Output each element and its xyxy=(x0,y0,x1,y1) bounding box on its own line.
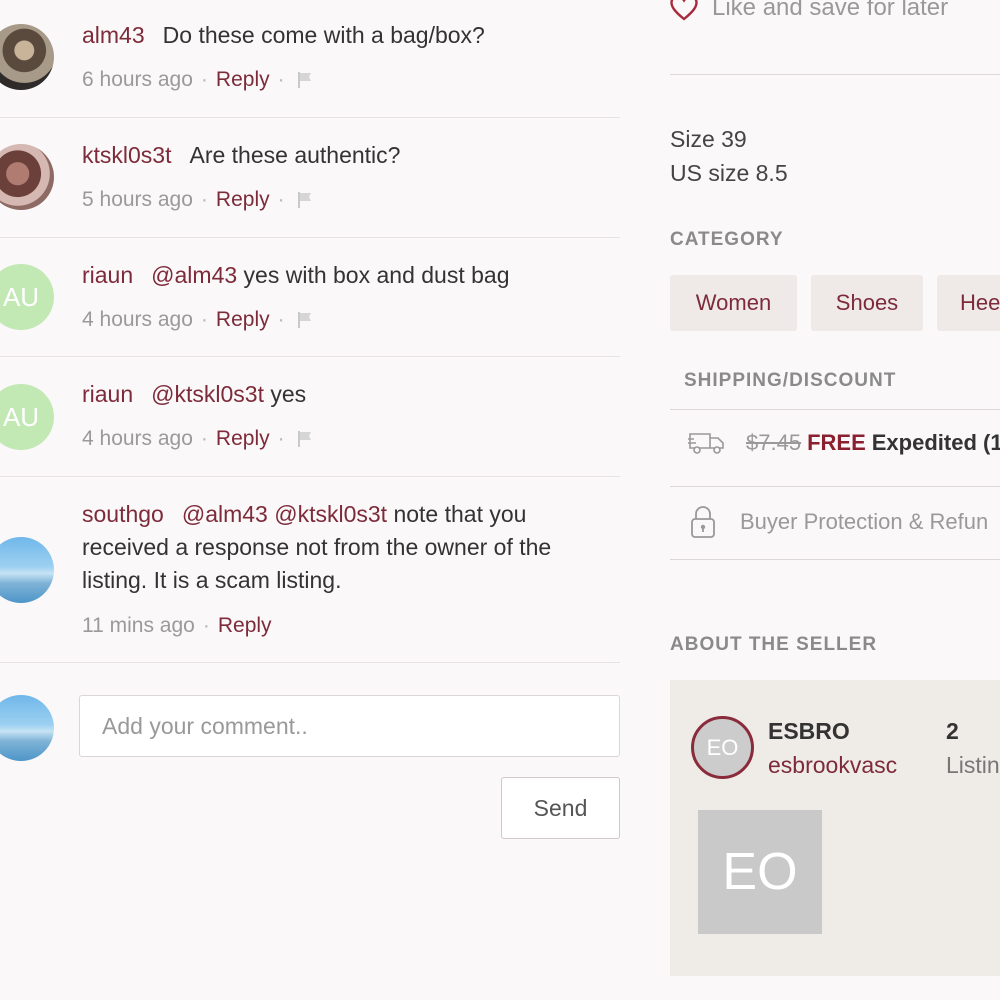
comment-mention[interactable]: @ktskl0s3t xyxy=(151,381,264,407)
avatar[interactable] xyxy=(0,537,54,603)
avatar[interactable] xyxy=(0,144,54,210)
flag-icon[interactable] xyxy=(297,71,315,89)
shipping-type: Expedited (1 xyxy=(871,430,1000,455)
buyer-protection-label: Buyer Protection & Refun xyxy=(740,509,989,534)
comment-item: southgo @alm43 @ktskl0s3t note that you r… xyxy=(0,477,620,663)
seller-tile-initials: EO xyxy=(722,843,798,901)
comment-text: yes with box and dust bag xyxy=(243,262,510,288)
separator: · xyxy=(200,188,208,211)
comment-text: Are these authentic? xyxy=(189,142,401,168)
seller-listings-label: Listin xyxy=(946,752,1000,778)
avatar[interactable]: AU xyxy=(0,264,54,330)
category-chip-women[interactable]: Women xyxy=(670,275,797,331)
avatar[interactable] xyxy=(0,24,54,90)
comment-meta: 6 hours ago · Reply · xyxy=(82,68,315,92)
comment-body: southgo @alm43 @ktskl0s3t note that you r… xyxy=(82,498,612,597)
about-seller-heading: ABOUT THE SELLER xyxy=(670,634,878,655)
shipping-heading: SHIPPING/DISCOUNT xyxy=(684,370,897,391)
seller-avatar[interactable]: EO xyxy=(691,716,754,779)
comment-body: riaun @ktskl0s3t yes xyxy=(82,381,306,408)
comment-meta: 4 hours ago · Reply · xyxy=(82,427,315,451)
truck-icon xyxy=(688,433,724,454)
original-shipping-price: $7.45 xyxy=(746,430,802,455)
divider xyxy=(670,409,1000,410)
separator: · xyxy=(200,427,208,450)
reply-link[interactable]: Reply xyxy=(218,614,272,638)
us-size-label: US size 8.5 xyxy=(670,160,788,186)
send-button[interactable]: Send xyxy=(501,777,620,839)
comment-body: alm43 Do these come with a bag/box? xyxy=(82,22,485,49)
flag-icon[interactable] xyxy=(297,430,315,448)
avatar[interactable]: AU xyxy=(0,384,54,450)
comment-text: note that you xyxy=(393,501,527,527)
like-save-label: Like and save for later xyxy=(712,0,949,21)
reply-link[interactable]: Reply xyxy=(216,308,270,332)
separator: · xyxy=(277,427,285,450)
comment-timestamp: 11 mins ago xyxy=(82,614,195,637)
like-save-button[interactable]: Like and save for later xyxy=(670,0,948,22)
comment-body: ktskl0s3t Are these authentic? xyxy=(82,142,400,169)
comment-mention[interactable]: @alm43 xyxy=(151,262,237,288)
separator: · xyxy=(277,68,285,91)
avatar-initials: AU xyxy=(2,281,40,312)
flag-icon[interactable] xyxy=(297,311,315,329)
comment-timestamp: 4 hours ago xyxy=(82,308,193,331)
comment-text: yes xyxy=(270,381,307,407)
heart-icon xyxy=(670,0,698,21)
seller-listing-thumbnail[interactable]: EO xyxy=(698,810,822,934)
comment-meta: 4 hours ago · Reply · xyxy=(82,308,315,332)
separator: · xyxy=(200,308,208,331)
comment-line: received a response not from the owner o… xyxy=(82,534,552,560)
seller-name[interactable]: ESBRO xyxy=(768,718,850,745)
page: alm43 Do these come with a bag/box? 6 hou… xyxy=(0,0,1000,1000)
flag-icon[interactable] xyxy=(297,191,315,209)
divider xyxy=(670,486,1000,487)
divider xyxy=(670,559,1000,560)
comment-text: Do these come with a bag/box? xyxy=(162,22,485,48)
current-user-avatar xyxy=(0,695,54,761)
comment-item: ktskl0s3t Are these authentic? 5 hours ag… xyxy=(0,118,620,238)
seller-listings-count: 2 xyxy=(946,718,959,744)
separator: · xyxy=(277,308,285,331)
comment-input[interactable] xyxy=(79,695,620,757)
category-chip-shoes[interactable]: Shoes xyxy=(811,275,923,331)
comment-line: listing. It is a scam listing. xyxy=(82,567,342,593)
divider xyxy=(670,74,1000,75)
separator: · xyxy=(200,68,208,91)
shipping-row: $7.45 FREE Expedited (1 xyxy=(688,430,1000,456)
reply-link[interactable]: Reply xyxy=(216,427,270,451)
separator: · xyxy=(202,614,210,637)
category-heading: CATEGORY xyxy=(670,229,784,250)
comment-item: AU riaun @alm43 yes with box and dust bag… xyxy=(0,238,620,357)
comment-timestamp: 6 hours ago xyxy=(82,68,193,91)
comment-meta: 5 hours ago · Reply · xyxy=(82,188,315,212)
comment-username[interactable]: riaun xyxy=(82,262,133,288)
free-shipping-label: FREE xyxy=(807,430,866,455)
buyer-protection-row[interactable]: Buyer Protection & Refun xyxy=(690,505,988,539)
comment-timestamp: 4 hours ago xyxy=(82,427,193,450)
comment-username[interactable]: alm43 xyxy=(82,22,145,48)
comment-meta: 11 mins ago · Reply xyxy=(82,614,272,638)
comment-timestamp: 5 hours ago xyxy=(82,188,193,211)
comment-item: alm43 Do these come with a bag/box? 6 hou… xyxy=(0,0,620,118)
comment-username[interactable]: southgo xyxy=(82,501,164,527)
comment-body: riaun @alm43 yes with box and dust bag xyxy=(82,262,510,289)
avatar-initials: AU xyxy=(2,401,40,432)
separator: · xyxy=(277,188,285,211)
reply-link[interactable]: Reply xyxy=(216,188,270,212)
comment-item: AU riaun @ktskl0s3t yes 4 hours ago · Rep… xyxy=(0,357,620,477)
seller-handle[interactable]: esbrookvasc xyxy=(768,752,897,779)
comment-username[interactable]: ktskl0s3t xyxy=(82,142,171,168)
category-chip-heels[interactable]: Hee xyxy=(937,275,1000,331)
comment-line: southgo @alm43 @ktskl0s3t note that you xyxy=(82,498,612,531)
comment-mention[interactable]: @alm43 @ktskl0s3t xyxy=(182,501,387,527)
seller-avatar-initials: EO xyxy=(706,734,739,760)
reply-link[interactable]: Reply xyxy=(216,68,270,92)
comment-username[interactable]: riaun xyxy=(82,381,133,407)
lock-icon xyxy=(691,506,715,538)
size-label: Size 39 xyxy=(670,126,747,152)
